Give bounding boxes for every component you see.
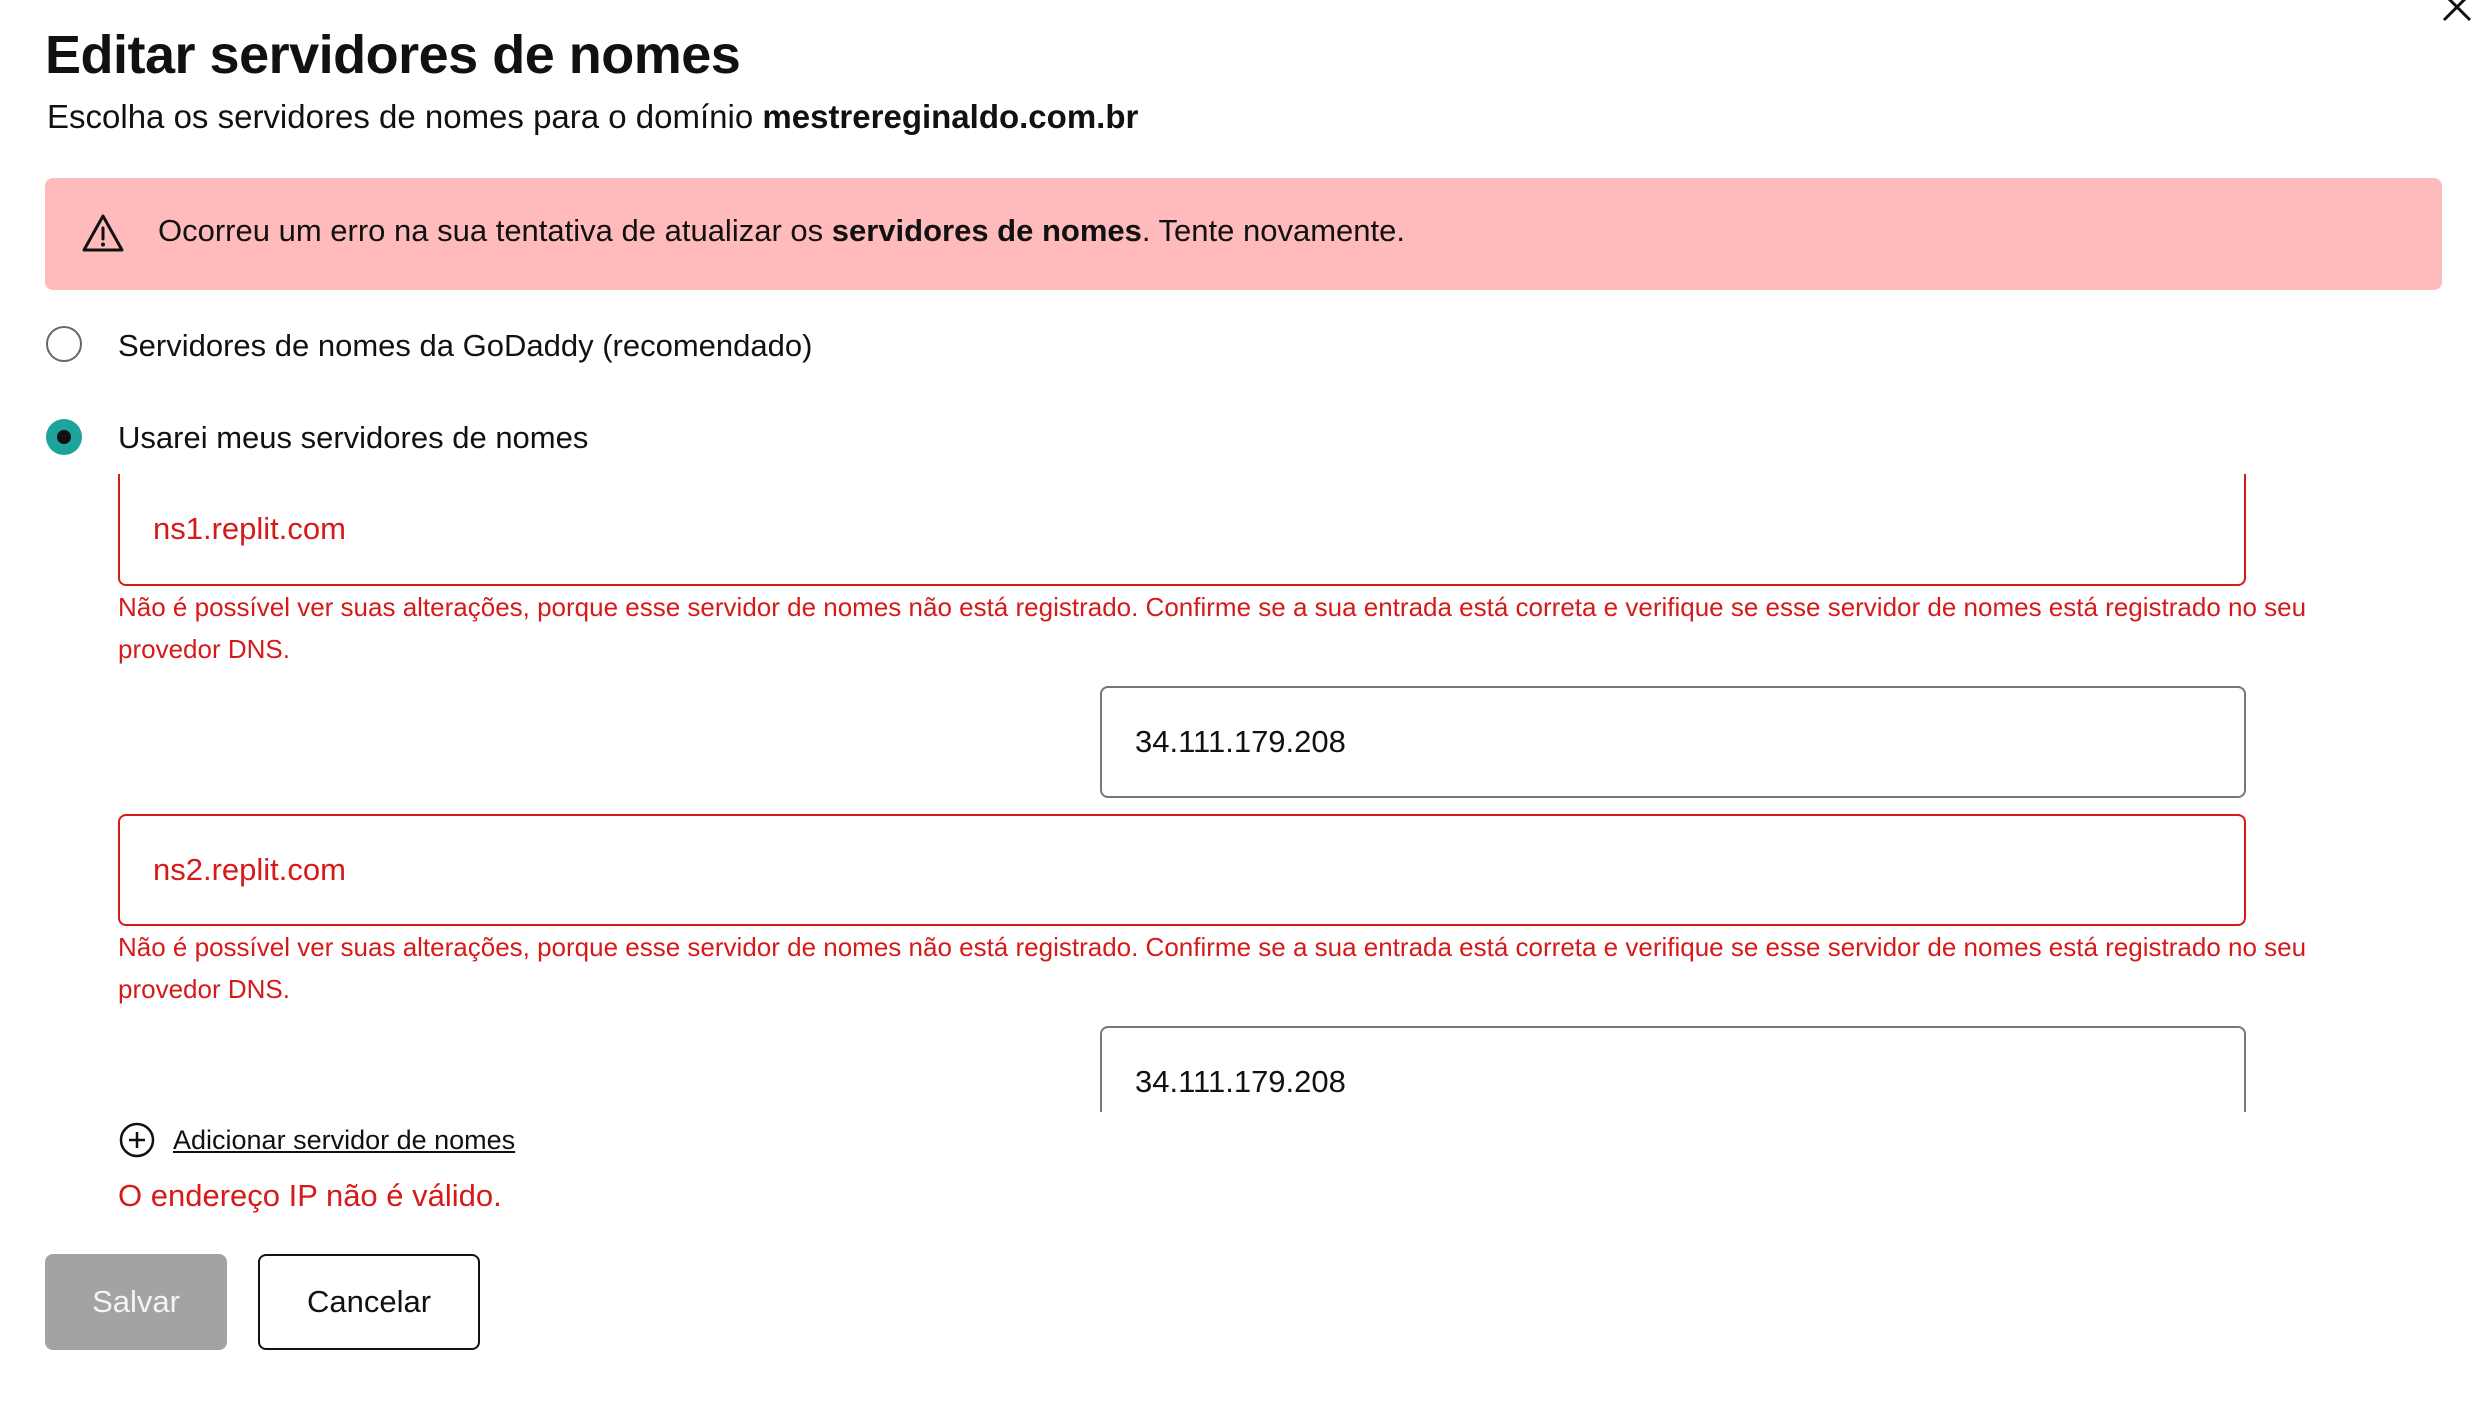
domain-name: mestrereginaldo.com.br (762, 98, 1139, 135)
godaddy-nameservers-radio[interactable] (46, 326, 82, 362)
dialog-title: Editar servidores de nomes (45, 25, 741, 85)
subtitle-text: Escolha os servidores de nomes para o do… (47, 98, 763, 135)
dialog-subtitle: Escolha os servidores de nomes para o do… (47, 98, 1138, 136)
error-alert: Ocorreu um erro na sua tentativa de atua… (45, 178, 2442, 290)
add-nameserver-link[interactable]: Adicionar servidor de nomes (173, 1125, 515, 1156)
alert-message: Ocorreu um erro na sua tentativa de atua… (158, 213, 1405, 249)
nameserver-2-ip-input[interactable]: 34.111.179.208 (1100, 1026, 2246, 1112)
save-button[interactable]: Salvar (45, 1254, 227, 1350)
add-nameserver-button[interactable]: Adicionar servidor de nomes (118, 1118, 515, 1162)
custom-nameservers-radio[interactable] (46, 419, 82, 455)
alert-text-bold: servidores de nomes (831, 213, 1142, 248)
edit-nameservers-dialog: Editar servidores de nomes Escolha os se… (0, 0, 2472, 1416)
nameserver-1-ip-input[interactable]: 34.111.179.208 (1100, 686, 2246, 798)
ip-error-message: O endereço IP não é válido. (118, 1178, 502, 1213)
cancel-button[interactable]: Cancelar (258, 1254, 480, 1350)
nameserver-1-input[interactable]: ns1.replit.com (118, 474, 2246, 586)
custom-nameservers-label[interactable]: Usarei meus servidores de nomes (118, 420, 588, 456)
alert-text-start: Ocorreu um erro na sua tentativa de atua… (158, 213, 832, 248)
nameserver-2-input[interactable]: ns2.replit.com (118, 814, 2246, 926)
nameserver-2-error: Não é possível ver suas alterações, porq… (118, 932, 2307, 1004)
warning-triangle-icon (82, 214, 124, 252)
close-icon[interactable] (2436, 0, 2472, 22)
alert-text-end: . Tente novamente. (1141, 213, 1405, 248)
nameserver-1-error: Não é possível ver suas alterações, porq… (118, 592, 2307, 664)
plus-circle-icon (119, 1122, 155, 1158)
godaddy-nameservers-label[interactable]: Servidores de nomes da GoDaddy (recomend… (118, 328, 812, 364)
